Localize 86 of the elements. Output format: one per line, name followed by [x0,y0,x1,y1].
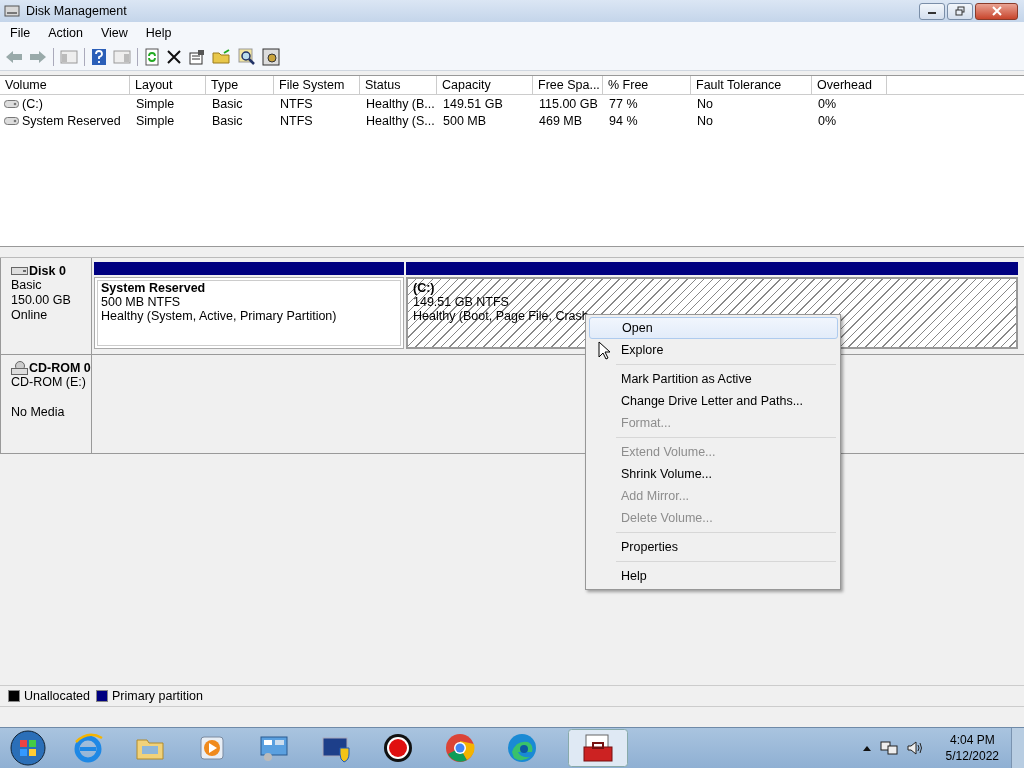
clock[interactable]: 4:04 PM 5/12/2022 [945,732,999,764]
column-header[interactable]: File System [274,76,360,94]
table-cell: 77 % [609,96,638,111]
start-button[interactable] [8,728,48,768]
drive-icon [4,116,19,125]
table-cell: No [697,113,713,128]
window-title: Disk Management [26,4,127,18]
disk-info: Basic [11,278,42,293]
close-icon [991,6,1002,16]
menu-item[interactable]: Action [38,26,91,40]
partition-block[interactable]: System Reserved 500 MB NTFS Healthy (System, Active, Primary Partition) [94,277,404,349]
help-icon[interactable] [91,48,107,66]
table-cell: 0% [818,113,837,128]
table-cell: 469 MB [539,113,583,128]
restore-button[interactable] [947,2,973,20]
column-header[interactable]: Layout [130,76,206,94]
menu-item[interactable]: Help [135,26,180,40]
partition-name: (C:) [413,281,436,295]
disk-info: CD-ROM (E:) [11,375,86,390]
folder-icon[interactable] [212,49,232,65]
table-cell: 149.51 GB [443,96,503,111]
table-cell: Simple [136,96,175,111]
table-cell: (C:) [22,96,43,111]
table-cell: NTFS [280,96,313,111]
table-cell: NTFS [280,113,313,128]
table-cell: 500 MB [443,113,487,128]
disk-name: CD-ROM 0 [29,361,91,375]
column-header[interactable]: Capacity [437,76,533,94]
speaker-icon[interactable] [905,740,924,756]
column-header[interactable]: Status [360,76,437,94]
column-header[interactable]: Type [206,76,274,94]
show-hidden-icons-icon[interactable] [861,744,872,752]
legend-label: Unallocated [24,689,90,703]
delete-icon[interactable] [166,49,182,65]
disk-drive-icon [4,4,20,18]
partition-size: 149.51 GB NTFS [413,295,510,309]
table-cell: 115.00 GB [539,96,598,111]
menu-item[interactable]: Mark Partition as Active [589,368,838,390]
column-header[interactable]: Overhead [812,76,887,94]
column-header[interactable]: Volume [0,76,130,94]
mouse-pointer-icon [598,341,610,360]
partition-name: System Reserved [101,281,207,295]
clock-time: 4:04 PM [949,732,995,748]
network-icon[interactable] [879,740,898,756]
menu-item[interactable]: Properties [589,536,838,558]
disk-label-panel[interactable]: CD-ROM 0 CD-ROM (E:) No Media [0,355,92,453]
table-cell: No [697,96,713,111]
column-header[interactable]: % Free [603,76,691,94]
table-cell: Basic [212,113,243,128]
table-cell: Basic [212,96,243,111]
record-icon[interactable] [382,732,414,764]
table-cell: Healthy (S... [366,113,435,128]
menu-item[interactable]: Open [589,317,838,339]
drive-icon [4,99,19,108]
column-header[interactable]: Fault Tolerance [691,76,812,94]
disk-label-panel[interactable]: Disk 0 Basic 150.00 GB Online [0,258,92,354]
search-icon[interactable] [238,48,256,66]
menu-item[interactable]: Help [589,565,838,587]
restore-icon [955,6,965,16]
disk-info: No Media [11,405,65,420]
cd-drive-icon [11,361,28,375]
menu-item[interactable]: View [90,26,136,40]
table-cell: 94 % [609,113,638,128]
disk-name: Disk 0 [29,264,66,278]
settings-icon[interactable] [262,48,280,66]
menu-item[interactable]: Shrink Volume... [589,463,838,485]
partition-status: Healthy (System, Active, Primary Partition) [101,309,338,323]
partition-size: 500 MB NTFS [101,295,182,309]
column-header[interactable]: Free Spa... [533,76,603,94]
table-cell: 0% [818,96,837,111]
menu-item[interactable]: File [0,26,39,40]
menu-item[interactable]: Change Drive Letter and Paths... [589,390,838,412]
legend-label: Primary partition [112,689,203,703]
toolbox-icon[interactable] [568,729,628,767]
close-button[interactable] [975,2,1018,20]
refresh-icon[interactable] [144,48,160,66]
clock-date: 5/12/2022 [945,748,999,764]
table-cell: Healthy (B... [366,96,435,111]
table-cell: System Reserved [22,113,121,128]
minimize-button[interactable] [919,2,945,20]
edge-icon[interactable] [506,732,538,764]
table-cell: Simple [136,113,175,128]
disk-info: Online [11,308,48,323]
disk-info: 150.00 GB [11,293,71,308]
properties-icon[interactable] [188,49,206,65]
chrome-icon[interactable] [444,732,476,764]
